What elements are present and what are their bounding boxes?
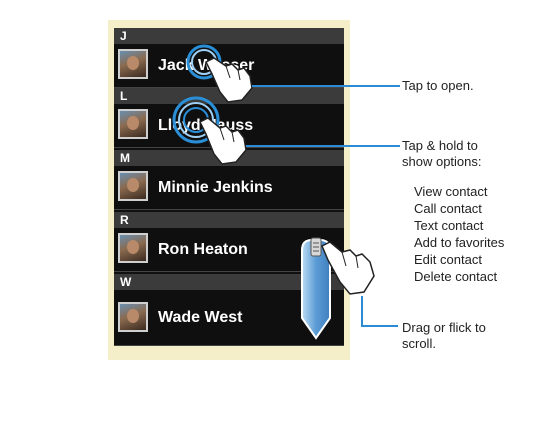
option-text-contact: Text contact [414, 218, 484, 233]
tap-callout: Tap to open. [402, 78, 474, 93]
option-view-contact: View contact [414, 184, 488, 199]
hold-callout-line2: show options: [402, 154, 482, 169]
hand-pointer-icon [204, 57, 253, 103]
callout-line-drag [361, 296, 398, 327]
hand-drag-icon [321, 241, 375, 295]
drag-callout-line1: Drag or flick to [402, 320, 486, 335]
option-call-contact: Call contact [414, 201, 482, 216]
option-edit-contact: Edit contact [414, 252, 482, 267]
hold-callout-line1: Tap & hold to [402, 138, 478, 153]
drag-callout-line2: scroll. [402, 336, 436, 351]
option-delete-contact: Delete contact [414, 269, 498, 284]
hand-pointer-icon [198, 117, 247, 165]
option-add-to-favorites: Add to favorites [414, 235, 505, 250]
